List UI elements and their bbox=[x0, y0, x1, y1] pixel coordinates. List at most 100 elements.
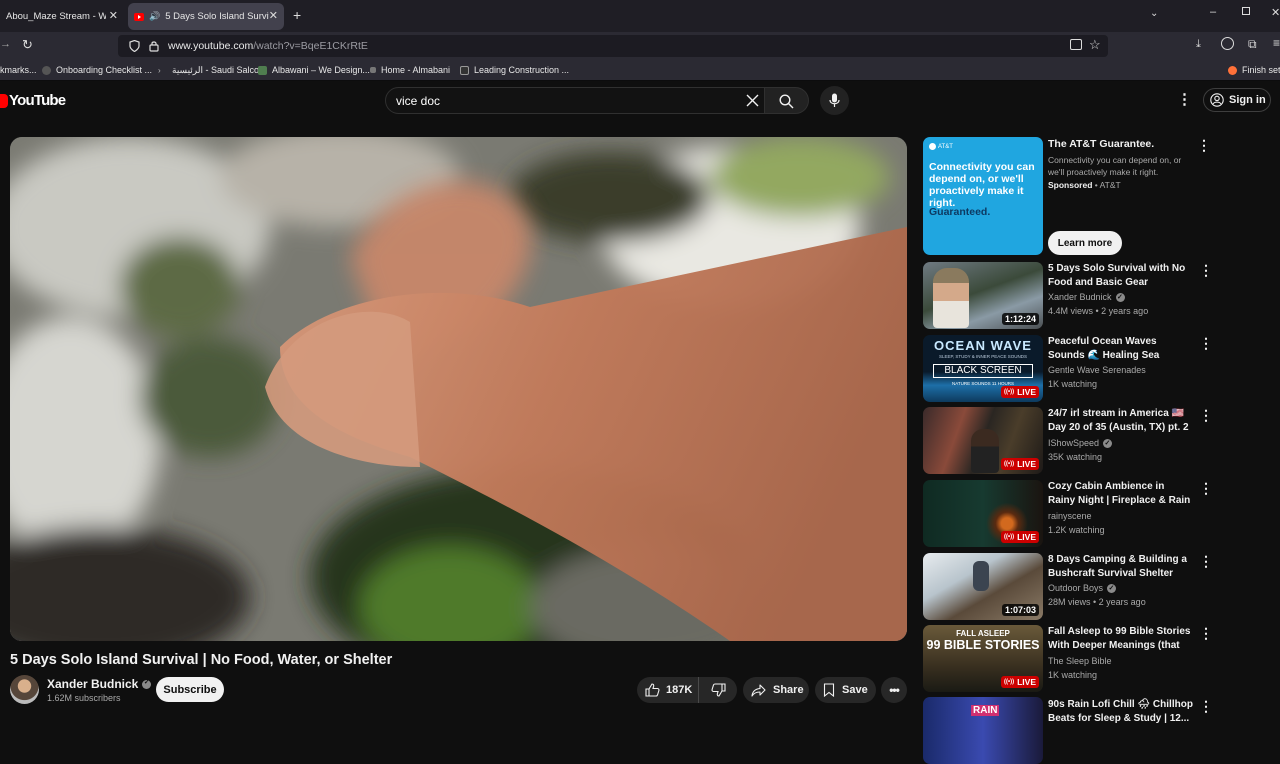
recommendation-title[interactable]: Fall Asleep to 99 Bible Stories With Dee… bbox=[1048, 625, 1194, 653]
chevron-down-icon[interactable]: ⌄ bbox=[1150, 8, 1158, 19]
close-icon[interactable]: ✕ bbox=[109, 9, 118, 22]
ad-more-icon[interactable] bbox=[1195, 137, 1211, 154]
voice-search-button[interactable] bbox=[820, 86, 849, 115]
recommendation-title[interactable]: 24/7 irl stream in America 🇺🇸 Day 20 of … bbox=[1048, 407, 1194, 435]
ad-headline-guaranteed: Guaranteed. bbox=[929, 206, 991, 218]
download-icon[interactable]: ⤓ bbox=[1196, 38, 1201, 51]
settings-more-icon[interactable]: ⋮ bbox=[1177, 90, 1192, 108]
lock-icon[interactable] bbox=[149, 40, 159, 52]
youtube-play-logo-icon bbox=[0, 93, 8, 108]
recommendation-channel[interactable]: Xander Budnick bbox=[1048, 291, 1125, 304]
menu-icon[interactable]: ≡ bbox=[1273, 36, 1280, 50]
bookmark-item[interactable]: Home - Almabani bbox=[370, 65, 450, 75]
share-button[interactable]: Share bbox=[743, 677, 809, 703]
bookmark-item[interactable]: › الرئيسية - Saudi Salco bbox=[158, 65, 259, 76]
recommendation-meta: 1K watching bbox=[1048, 670, 1098, 680]
search-input[interactable] bbox=[396, 93, 736, 109]
item-more-icon[interactable] bbox=[1197, 262, 1213, 279]
recommendation-meta: 1K watching bbox=[1048, 379, 1098, 389]
ad-sponsor: Sponsored • AT&T bbox=[1048, 180, 1121, 190]
url-text: www.youtube.com/watch?v=BqeE1CKrRtE bbox=[168, 40, 368, 52]
bookmark-label: Albawani – We Design... bbox=[272, 65, 370, 75]
recommendation-title[interactable]: 8 Days Camping & Building a Bushcraft Su… bbox=[1048, 553, 1194, 581]
like-button[interactable]: 187K bbox=[637, 677, 699, 703]
restore-icon[interactable] bbox=[1242, 7, 1250, 15]
search-button[interactable] bbox=[765, 87, 809, 114]
save-button[interactable]: Save bbox=[815, 677, 876, 703]
thumbnail-text-black-screen: BLACK SCREEN bbox=[933, 364, 1033, 378]
tab-solo-island[interactable]: 🔊 5 Days Solo Island Survival ✕ bbox=[128, 3, 284, 30]
minimize-icon[interactable]: – bbox=[1210, 6, 1216, 18]
recommendation-meta: 1.2K watching bbox=[1048, 525, 1105, 535]
recommendation-channel[interactable]: The Sleep Bible bbox=[1048, 655, 1112, 668]
bookmark-item[interactable]: Finish setu bbox=[1228, 65, 1280, 75]
recommendation-channel[interactable]: Outdoor Boys bbox=[1048, 582, 1117, 595]
item-more-icon[interactable] bbox=[1197, 698, 1213, 715]
recommendation-channel[interactable]: rainyscene bbox=[1048, 510, 1092, 523]
bookmark-item[interactable]: kmarks... bbox=[0, 65, 37, 75]
ad-title[interactable]: The AT&T Guarantee. bbox=[1048, 138, 1154, 150]
item-more-icon[interactable] bbox=[1197, 480, 1213, 497]
bookmark-favicon-icon bbox=[460, 65, 469, 75]
video-thumbnail[interactable]: FALL ASLEEP 99 BIBLE STORIES LIVE bbox=[923, 625, 1043, 692]
item-more-icon[interactable] bbox=[1197, 553, 1213, 570]
tab-abou-maze[interactable]: Abou_Maze Stream - Watch ✕ bbox=[0, 3, 124, 30]
youtube-logo[interactable]: YouTube bbox=[0, 92, 66, 109]
picture-in-picture-icon[interactable] bbox=[1070, 39, 1082, 50]
recommendation-title[interactable]: 90s Rain Lofi Chill 🌧 Chillhop Beats for… bbox=[1048, 698, 1194, 726]
like-dislike-group: 187K bbox=[637, 677, 737, 703]
search-box[interactable] bbox=[385, 87, 765, 114]
bookmark-item[interactable]: Leading Construction ... bbox=[460, 65, 569, 75]
recommendation-channel[interactable]: Gentle Wave Serenades bbox=[1048, 364, 1146, 377]
shield-icon[interactable] bbox=[129, 40, 140, 52]
search-icon bbox=[779, 94, 794, 109]
speaker-icon[interactable]: 🔊 bbox=[149, 11, 160, 22]
address-bar[interactable]: www.youtube.com/watch?v=BqeE1CKrRtE ☆ bbox=[118, 35, 1108, 57]
item-more-icon[interactable] bbox=[1197, 407, 1213, 424]
video-thumbnail[interactable]: LIVE bbox=[923, 480, 1043, 547]
item-more-icon[interactable] bbox=[1197, 625, 1213, 642]
channel-avatar[interactable] bbox=[10, 675, 39, 704]
save-label: Save bbox=[842, 684, 868, 696]
bookmark-item[interactable]: Albawani – We Design... bbox=[258, 65, 370, 75]
item-more-icon[interactable] bbox=[1197, 335, 1213, 352]
video-thumbnail[interactable]: LIVE bbox=[923, 407, 1043, 474]
thumbnail-text-rain: RAIN bbox=[971, 705, 1000, 716]
account-icon[interactable] bbox=[1221, 37, 1234, 50]
recommendation-channel[interactable]: IShowSpeed bbox=[1048, 437, 1113, 450]
bookmark-item[interactable]: Onboarding Checklist ... bbox=[42, 65, 152, 75]
more-actions-button[interactable]: ••• bbox=[881, 677, 907, 703]
video-thumbnail[interactable]: 1:07:03 bbox=[923, 553, 1043, 620]
ad-thumbnail[interactable]: AT&T Connectivity you can depend on, or … bbox=[923, 137, 1043, 255]
learn-more-button[interactable]: Learn more bbox=[1048, 231, 1122, 255]
clear-search-icon[interactable] bbox=[746, 94, 759, 107]
thumbnail-person bbox=[971, 429, 999, 473]
extensions-icon[interactable]: ⧉ bbox=[1248, 37, 1257, 52]
recommendation-title[interactable]: 5 Days Solo Survival with No Food and Ba… bbox=[1048, 262, 1194, 290]
tab-label: 5 Days Solo Island Survival bbox=[165, 11, 269, 22]
channel-name[interactable]: Xander Budnick bbox=[47, 677, 152, 691]
sign-in-button[interactable]: Sign in bbox=[1203, 88, 1271, 112]
duration-badge: 1:07:03 bbox=[1001, 604, 1039, 616]
tab-label: Abou_Maze Stream - Watch bbox=[6, 11, 106, 22]
video-thumbnail[interactable]: 1:12:24 bbox=[923, 262, 1043, 329]
reload-icon[interactable]: ↻ bbox=[22, 37, 33, 53]
video-player[interactable] bbox=[10, 137, 907, 641]
dislike-button[interactable] bbox=[699, 677, 737, 703]
bookmark-star-icon[interactable]: ☆ bbox=[1089, 37, 1101, 53]
recommendation-meta: 28M views • 2 years ago bbox=[1048, 597, 1146, 607]
att-logo: AT&T bbox=[929, 143, 953, 150]
window-close-icon[interactable]: ✕ bbox=[1271, 6, 1280, 19]
forward-icon[interactable]: → bbox=[0, 38, 11, 50]
new-tab-icon[interactable]: + bbox=[293, 7, 301, 23]
bookmark-favicon-icon: › bbox=[158, 66, 161, 75]
recommendation-title[interactable]: Peaceful Ocean Waves Sounds 🌊 Healing Se… bbox=[1048, 335, 1194, 363]
thumbnail-text-ocean: OCEAN WAVE bbox=[934, 338, 1032, 353]
sponsor-name: • AT&T bbox=[1092, 180, 1121, 190]
video-thumbnail[interactable]: RAIN bbox=[923, 697, 1043, 764]
video-thumbnail[interactable]: OCEAN WAVE SLEEP, STUDY & INNER PEACE SO… bbox=[923, 335, 1043, 402]
close-icon[interactable]: ✕ bbox=[269, 9, 278, 22]
subscribe-button[interactable]: Subscribe bbox=[156, 677, 224, 702]
ad-description: Connectivity you can depend on, or we'll… bbox=[1048, 155, 1182, 177]
recommendation-title[interactable]: Cozy Cabin Ambience in Rainy Night | Fir… bbox=[1048, 480, 1194, 508]
